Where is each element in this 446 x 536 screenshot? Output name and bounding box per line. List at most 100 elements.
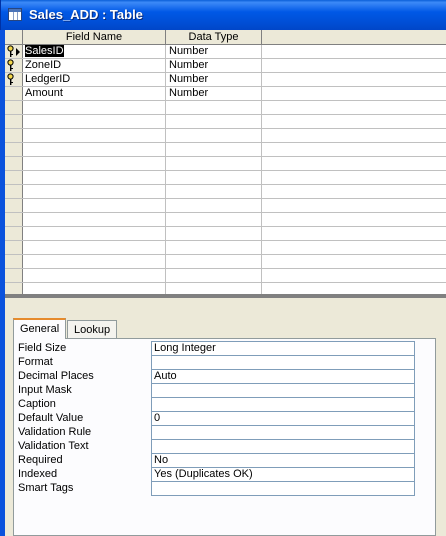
table-row[interactable] xyxy=(5,143,446,157)
description-cell[interactable] xyxy=(262,157,446,170)
data-type-cell[interactable] xyxy=(166,115,262,128)
data-type-cell[interactable]: Number xyxy=(166,45,262,58)
row-selector[interactable] xyxy=(5,45,23,58)
row-selector[interactable] xyxy=(5,129,23,142)
description-cell[interactable] xyxy=(262,129,446,142)
property-value-field[interactable]: Auto xyxy=(151,369,415,383)
data-type-cell[interactable] xyxy=(166,199,262,212)
description-cell[interactable] xyxy=(262,59,446,72)
tab-general[interactable]: General xyxy=(13,318,67,339)
tab-lookup[interactable]: Lookup xyxy=(67,320,118,339)
property-value-field[interactable] xyxy=(151,355,415,369)
property-value-field[interactable] xyxy=(151,397,415,411)
table-row[interactable]: Amount Number xyxy=(5,87,446,101)
data-type-cell[interactable] xyxy=(166,143,262,156)
description-cell[interactable] xyxy=(262,199,446,212)
row-selector[interactable] xyxy=(5,283,23,294)
property-value-field[interactable]: No xyxy=(151,453,415,467)
field-name-cell[interactable] xyxy=(23,269,166,282)
column-header-field-name[interactable]: Field Name xyxy=(23,30,166,44)
property-value-field[interactable] xyxy=(151,425,415,439)
description-cell[interactable] xyxy=(262,283,446,294)
row-selector-header[interactable] xyxy=(5,30,23,44)
field-name-cell[interactable] xyxy=(23,199,166,212)
table-row[interactable] xyxy=(5,185,446,199)
field-name-cell[interactable] xyxy=(23,101,166,114)
table-row[interactable]: ZoneID Number xyxy=(5,59,446,73)
description-cell[interactable] xyxy=(262,269,446,282)
description-cell[interactable] xyxy=(262,171,446,184)
table-row[interactable] xyxy=(5,241,446,255)
field-name-cell[interactable] xyxy=(23,171,166,184)
field-name-cell[interactable] xyxy=(23,241,166,254)
row-selector[interactable] xyxy=(5,199,23,212)
row-selector[interactable] xyxy=(5,157,23,170)
table-row[interactable] xyxy=(5,171,446,185)
field-name-cell[interactable] xyxy=(23,255,166,268)
field-name-cell[interactable]: Amount xyxy=(23,87,166,100)
row-selector[interactable] xyxy=(5,101,23,114)
row-selector[interactable] xyxy=(5,241,23,254)
column-header-data-type[interactable]: Data Type xyxy=(166,30,262,44)
description-cell[interactable] xyxy=(262,143,446,156)
description-cell[interactable] xyxy=(262,255,446,268)
row-selector[interactable] xyxy=(5,143,23,156)
row-selector[interactable] xyxy=(5,255,23,268)
table-row[interactable]: LedgerID Number xyxy=(5,73,446,87)
data-type-cell[interactable] xyxy=(166,241,262,254)
row-selector[interactable] xyxy=(5,59,23,72)
field-name-cell[interactable] xyxy=(23,129,166,142)
field-name-cell[interactable] xyxy=(23,157,166,170)
data-type-cell[interactable] xyxy=(166,171,262,184)
data-type-cell[interactable] xyxy=(166,227,262,240)
table-row[interactable] xyxy=(5,157,446,171)
description-cell[interactable] xyxy=(262,213,446,226)
field-name-cell[interactable]: LedgerID xyxy=(23,73,166,86)
table-row[interactable] xyxy=(5,129,446,143)
property-value-field[interactable] xyxy=(151,481,415,496)
description-cell[interactable] xyxy=(262,115,446,128)
property-value-field[interactable]: Long Integer xyxy=(151,341,415,355)
field-name-cell[interactable] xyxy=(23,185,166,198)
row-selector[interactable] xyxy=(5,185,23,198)
data-type-cell[interactable] xyxy=(166,101,262,114)
property-value-field[interactable]: Yes (Duplicates OK) xyxy=(151,467,415,481)
row-selector[interactable] xyxy=(5,87,23,100)
description-cell[interactable] xyxy=(262,73,446,86)
row-selector[interactable] xyxy=(5,73,23,86)
field-name-cell[interactable]: SalesID xyxy=(23,45,166,58)
table-row[interactable]: SalesID Number xyxy=(5,45,446,59)
data-type-cell[interactable] xyxy=(166,255,262,268)
row-selector[interactable] xyxy=(5,171,23,184)
property-value-field[interactable]: 0 xyxy=(151,411,415,425)
description-cell[interactable] xyxy=(262,241,446,254)
table-icon[interactable] xyxy=(8,8,22,21)
data-type-cell[interactable] xyxy=(166,185,262,198)
table-row[interactable] xyxy=(5,213,446,227)
table-row[interactable] xyxy=(5,101,446,115)
description-cell[interactable] xyxy=(262,101,446,114)
row-selector[interactable] xyxy=(5,213,23,226)
description-cell[interactable] xyxy=(262,185,446,198)
field-name-cell[interactable] xyxy=(23,283,166,294)
property-value-field[interactable] xyxy=(151,439,415,453)
table-row[interactable] xyxy=(5,283,446,294)
data-type-cell[interactable] xyxy=(166,283,262,294)
data-type-cell[interactable]: Number xyxy=(166,73,262,86)
row-selector[interactable] xyxy=(5,227,23,240)
table-row[interactable] xyxy=(5,115,446,129)
table-row[interactable] xyxy=(5,269,446,283)
title-bar[interactable]: Sales_ADD : Table xyxy=(0,0,446,30)
data-type-cell[interactable] xyxy=(166,269,262,282)
row-selector[interactable] xyxy=(5,115,23,128)
table-row[interactable] xyxy=(5,227,446,241)
property-value-field[interactable] xyxy=(151,383,415,397)
field-grid[interactable]: Field Name Data Type SalesID Number ZoneID… xyxy=(5,30,446,294)
description-cell[interactable] xyxy=(262,45,446,58)
data-type-cell[interactable]: Number xyxy=(166,59,262,72)
field-name-cell[interactable] xyxy=(23,143,166,156)
table-row[interactable] xyxy=(5,255,446,269)
data-type-cell[interactable]: Number xyxy=(166,87,262,100)
field-name-cell[interactable] xyxy=(23,115,166,128)
field-name-cell[interactable] xyxy=(23,227,166,240)
